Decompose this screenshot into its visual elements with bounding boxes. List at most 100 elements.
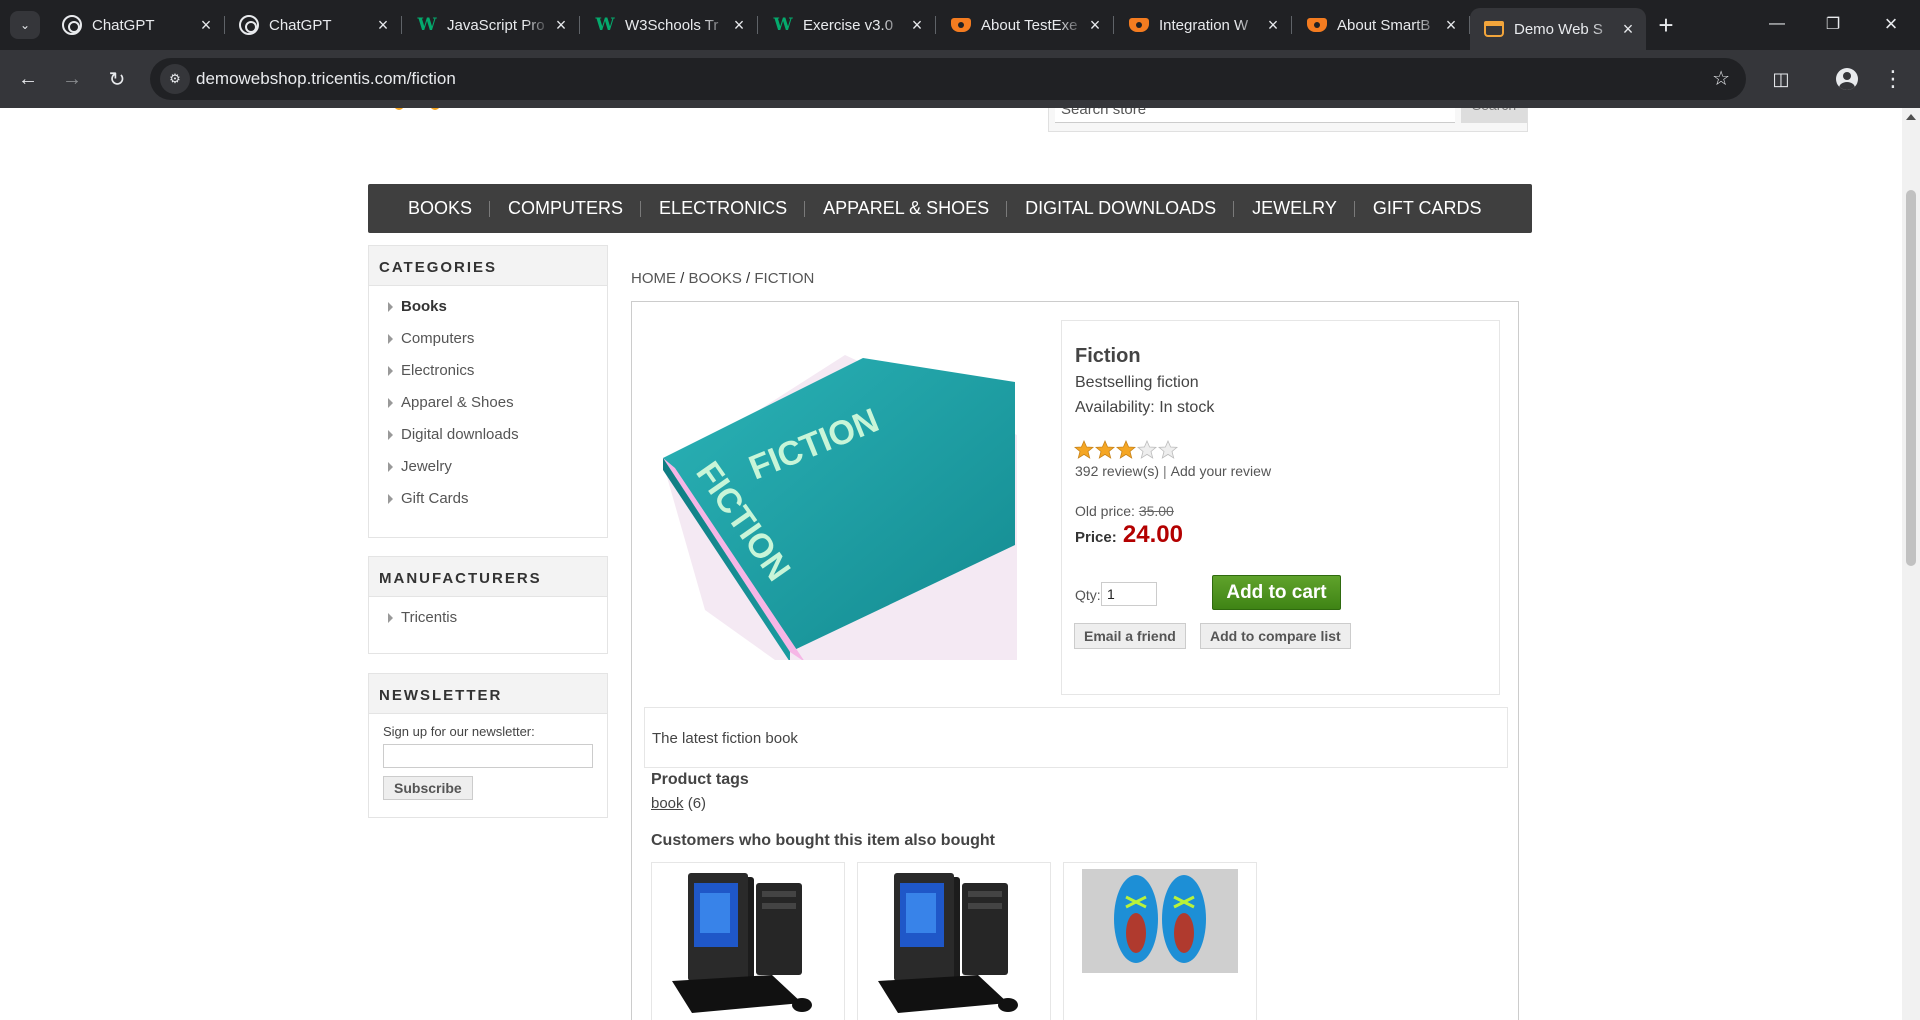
product-tags: book (6) <box>651 795 706 812</box>
tab-title: ChatGPT <box>92 16 155 34</box>
close-icon[interactable]: × <box>1618 19 1638 40</box>
browser-tab[interactable]: W W3Schools Tr × <box>581 8 758 42</box>
forward-button[interactable]: → <box>57 64 87 94</box>
top-menu-item[interactable]: GIFT CARDS <box>1353 198 1500 219</box>
breadcrumb-books-link[interactable]: BOOKS <box>689 270 742 287</box>
star-empty-icon <box>1158 440 1178 459</box>
browser-tab[interactable]: Integration W × <box>1115 8 1292 42</box>
category-link[interactable]: Electronics <box>379 358 607 390</box>
also-bought-title: Customers who bought this item also boug… <box>651 832 995 849</box>
restore-button[interactable]: ❐ <box>1804 0 1862 48</box>
categories-title: CATEGORIES <box>369 246 607 286</box>
close-icon[interactable]: × <box>1441 15 1461 36</box>
subscribe-button[interactable]: Subscribe <box>383 776 473 800</box>
back-button[interactable]: ← <box>13 64 43 94</box>
manufacturers-title: MANUFACTURERS <box>369 557 607 597</box>
reviews-count-link[interactable]: 392 review(s) <box>1075 463 1159 479</box>
chevron-down-icon: ⌄ <box>19 18 31 32</box>
category-link[interactable]: Apparel & Shoes <box>379 390 607 422</box>
browser-menu-icon[interactable]: ⋮ <box>1878 64 1908 94</box>
close-icon[interactable]: × <box>1085 15 1105 36</box>
browser-tab[interactable]: ChatGPT × <box>225 8 402 42</box>
also-bought-item[interactable] <box>857 862 1051 1020</box>
search-box: Search store Search <box>1048 108 1528 132</box>
close-icon[interactable]: × <box>373 15 393 36</box>
reviews-separator: | <box>1163 463 1167 479</box>
close-icon[interactable]: × <box>551 15 571 36</box>
chatgpt-icon <box>62 15 82 35</box>
scroll-up-icon[interactable] <box>1906 114 1916 120</box>
category-link[interactable]: Digital downloads <box>379 422 607 454</box>
star-filled-icon <box>1095 440 1115 459</box>
browser-tab[interactable]: About SmartB × <box>1293 8 1470 42</box>
category-link[interactable]: Jewelry <box>379 454 607 486</box>
newsletter-title: NEWSLETTER <box>369 674 607 714</box>
add-to-compare-button[interactable]: Add to compare list <box>1200 623 1351 649</box>
reload-button[interactable]: ↻ <box>102 64 132 94</box>
extensions-icon[interactable]: ◫ <box>1766 64 1796 94</box>
close-icon[interactable]: × <box>196 15 216 36</box>
breadcrumb-home-link[interactable]: HOME <box>631 270 676 287</box>
email-a-friend-button[interactable]: Email a friend <box>1074 623 1186 649</box>
page-scrollbar[interactable] <box>1902 108 1920 1020</box>
store-logo[interactable] <box>390 108 460 112</box>
browser-tab[interactable]: ChatGPT × <box>48 8 225 42</box>
tab-title: About TestExe <box>981 16 1078 34</box>
star-filled-icon <box>1116 440 1136 459</box>
close-icon[interactable]: × <box>729 15 749 36</box>
tab-strip: ⌄ ChatGPT × ChatGPT × W JavaScript Pro ×… <box>0 0 1920 50</box>
cart-icon <box>1484 19 1504 39</box>
search-button[interactable]: Search <box>1461 108 1527 123</box>
qty-input[interactable]: 1 <box>1101 582 1157 606</box>
browser-tab[interactable]: About TestExe × <box>937 8 1114 42</box>
search-input[interactable]: Search store <box>1055 108 1455 123</box>
also-bought-item[interactable] <box>651 862 845 1020</box>
browser-tab-active[interactable]: Demo Web S × <box>1470 8 1646 50</box>
minimize-button[interactable]: — <box>1748 0 1806 48</box>
browser-tab[interactable]: W Exercise v3.0 × <box>759 8 936 42</box>
top-menu-item[interactable]: JEWELRY <box>1233 198 1355 219</box>
product-name: Fiction <box>1075 345 1141 367</box>
breadcrumb-separator: / <box>680 270 685 287</box>
manufacturers-block: MANUFACTURERS Tricentis <box>368 556 608 654</box>
product-picture[interactable]: FICTION FICTION <box>645 340 1017 665</box>
top-menu-item[interactable]: BOOKS <box>390 198 490 219</box>
close-icon[interactable]: × <box>1263 15 1283 36</box>
top-menu-item[interactable]: ELECTRONICS <box>640 198 805 219</box>
top-menu-item[interactable]: DIGITAL DOWNLOADS <box>1006 198 1234 219</box>
breadcrumb-separator: / <box>746 270 751 287</box>
category-link[interactable]: Gift Cards <box>379 486 607 518</box>
tab-search-button[interactable]: ⌄ <box>10 11 40 39</box>
site-settings-icon[interactable]: ⚙ <box>160 64 190 94</box>
address-bar[interactable]: ⚙ demowebshop.tricentis.com/fiction ☆ <box>150 58 1746 100</box>
browser-tab[interactable]: W JavaScript Pro × <box>403 8 580 42</box>
bookmark-star-icon[interactable]: ☆ <box>1712 66 1730 91</box>
product-short-description: Bestselling fiction <box>1075 374 1199 391</box>
blue-shoes-image <box>1082 869 1238 973</box>
category-link[interactable]: Computers <box>379 326 607 358</box>
old-price: Old price: 35.00 <box>1075 503 1174 519</box>
new-tab-button[interactable]: + <box>1651 10 1681 40</box>
profile-avatar[interactable] <box>1832 64 1862 94</box>
price-label: Price: <box>1075 529 1117 546</box>
tab-title: JavaScript Pro <box>447 16 545 34</box>
page-viewport: Search store Search BOOKS COMPUTERS ELEC… <box>0 108 1902 1020</box>
tab-title: Exercise v3.0 <box>803 16 894 34</box>
tag-link[interactable]: book <box>651 795 684 812</box>
categories-block: CATEGORIES Books Computers Electronics A… <box>368 245 608 538</box>
also-bought-item[interactable] <box>1063 862 1257 1020</box>
manufacturer-link[interactable]: Tricentis <box>379 605 607 637</box>
top-menu-item[interactable]: COMPUTERS <box>489 198 641 219</box>
book-cover-image: FICTION FICTION <box>645 340 1017 662</box>
close-icon[interactable]: × <box>907 15 927 36</box>
add-review-link[interactable]: Add your review <box>1171 463 1271 479</box>
top-menu: BOOKS COMPUTERS ELECTRONICS APPAREL & SH… <box>368 184 1532 233</box>
window-close-button[interactable]: × <box>1862 0 1920 48</box>
newsletter-email-input[interactable] <box>383 744 593 768</box>
top-menu-item[interactable]: APPAREL & SHOES <box>804 198 1007 219</box>
scrollbar-thumb[interactable] <box>1906 190 1916 566</box>
add-to-cart-button[interactable]: Add to cart <box>1212 575 1341 610</box>
full-description: The latest fiction book <box>644 707 1508 768</box>
url-text[interactable]: demowebshop.tricentis.com/fiction <box>196 69 456 89</box>
category-link[interactable]: Books <box>379 294 607 326</box>
